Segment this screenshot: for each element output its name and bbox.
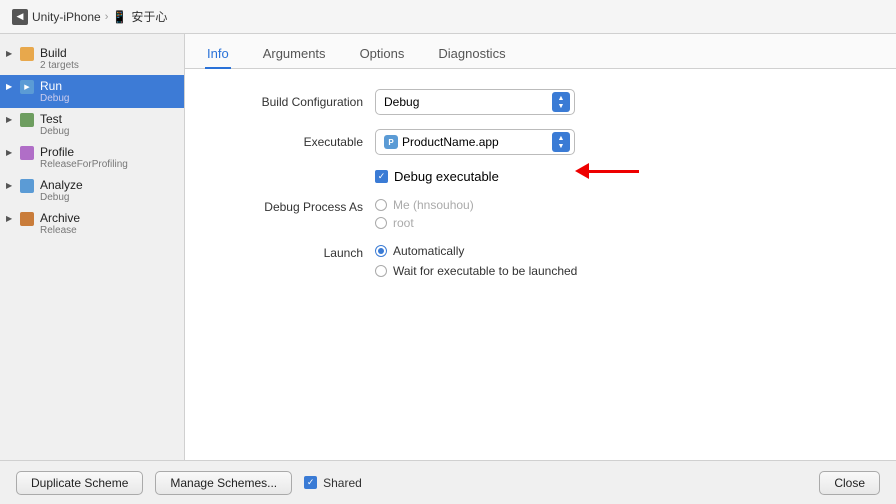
- radio-wait-label: Wait for executable to be launched: [393, 264, 577, 278]
- shared-label: Shared: [323, 476, 362, 490]
- main-content: ▶ Build 2 targets ▶ ▶ Run Debug ▶: [0, 34, 896, 460]
- profile-text: Profile ReleaseForProfiling: [40, 145, 128, 170]
- arrow-icon: ▶: [6, 181, 16, 190]
- build-config-control: Debug ▲ ▼: [375, 89, 575, 115]
- arrow-icon: ▶: [6, 214, 16, 223]
- debug-section: Me (hnsouhou) root: [375, 198, 474, 230]
- red-arrow-annotation: [575, 163, 639, 179]
- duplicate-scheme-button[interactable]: Duplicate Scheme: [16, 471, 143, 495]
- app-icon: P: [384, 135, 398, 149]
- debug-executable-checkbox[interactable]: ✓: [375, 170, 388, 183]
- radio-root-label: root: [393, 216, 414, 230]
- radio-auto-label: Automatically: [393, 244, 464, 258]
- radio-auto-btn[interactable]: [375, 245, 387, 257]
- tab-diagnostics[interactable]: Diagnostics: [436, 42, 507, 69]
- arrow-icon: ▶: [6, 49, 16, 58]
- device-icon: 📱: [112, 10, 127, 24]
- run-icon: ▶: [20, 80, 36, 96]
- radio-me: Me (hnsouhou): [375, 198, 474, 212]
- content-area: Build Configuration Debug ▲ ▼: [185, 69, 896, 460]
- profile-icon: [20, 146, 36, 162]
- executable-inner: P ProductName.app: [384, 135, 499, 149]
- select-stepper[interactable]: ▲ ▼: [552, 92, 570, 112]
- stepper-up: ▲: [558, 95, 565, 102]
- executable-row: Executable P ProductName.app ▲ ▼: [215, 129, 866, 155]
- sidebar-item-profile[interactable]: ▶ Profile ReleaseForProfiling: [0, 141, 184, 174]
- launch-label: Launch: [215, 244, 375, 260]
- shared-checkbox[interactable]: ✓: [304, 476, 317, 489]
- sidebar-item-analyze[interactable]: ▶ Analyze Debug: [0, 174, 184, 207]
- sidebar-item-test[interactable]: ▶ Test Debug: [0, 108, 184, 141]
- radio-me-label: Me (hnsouhou): [393, 198, 474, 212]
- radio-wait-btn[interactable]: [375, 265, 387, 277]
- test-text: Test Debug: [40, 112, 69, 137]
- archive-text: Archive Release: [40, 211, 80, 236]
- breadcrumb-separator: ›: [105, 11, 109, 23]
- build-text: Build 2 targets: [40, 46, 79, 71]
- debug-process-row: Debug Process As Me (hnsouhou) root: [215, 198, 866, 230]
- radio-me-btn[interactable]: [375, 199, 387, 211]
- project-name: Unity-iPhone: [32, 10, 101, 24]
- tab-bar: Info Arguments Options Diagnostics: [185, 34, 896, 69]
- sidebar: ▶ Build 2 targets ▶ ▶ Run Debug ▶: [0, 34, 185, 460]
- executable-stepper[interactable]: ▲ ▼: [552, 132, 570, 152]
- analyze-icon: [20, 179, 36, 195]
- stepper-up: ▲: [558, 135, 565, 142]
- launch-options: Automatically Wait for executable to be …: [375, 244, 577, 278]
- radio-wait: Wait for executable to be launched: [375, 264, 577, 278]
- launch-row: Launch Automatically Wait for executable…: [215, 244, 866, 278]
- right-panel: Info Arguments Options Diagnostics Build…: [185, 34, 896, 460]
- shared-check: ✓: [307, 477, 315, 488]
- stepper-down: ▼: [558, 143, 565, 150]
- build-config-row: Build Configuration Debug ▲ ▼: [215, 89, 866, 115]
- executable-control: P ProductName.app ▲ ▼: [375, 129, 575, 155]
- top-bar: ◀ Unity-iPhone › 📱 安于心: [0, 0, 896, 34]
- arrow-head: [575, 163, 589, 179]
- arrow-icon: ▶: [6, 148, 16, 157]
- sidebar-item-archive[interactable]: ▶ Archive Release: [0, 207, 184, 240]
- radio-root: root: [375, 216, 474, 230]
- close-button[interactable]: Close: [819, 471, 880, 495]
- tab-info[interactable]: Info: [205, 42, 231, 69]
- bottom-bar: Duplicate Scheme Manage Schemes... ✓ Sha…: [0, 460, 896, 504]
- device-name: 安于心: [131, 8, 167, 25]
- sidebar-item-build[interactable]: ▶ Build 2 targets: [0, 42, 184, 75]
- check-mark: ✓: [378, 171, 386, 182]
- debug-executable-label: Debug executable: [394, 169, 499, 184]
- tab-options[interactable]: Options: [358, 42, 407, 69]
- shared-row: ✓ Shared: [304, 476, 362, 490]
- build-config-label: Build Configuration: [215, 95, 375, 109]
- debug-process-label: Debug Process As: [215, 198, 375, 214]
- radio-root-btn[interactable]: [375, 217, 387, 229]
- radio-auto: Automatically: [375, 244, 577, 258]
- arrow-icon: ▶: [6, 82, 16, 91]
- project-icon: ◀: [12, 9, 28, 25]
- executable-select[interactable]: P ProductName.app ▲ ▼: [375, 129, 575, 155]
- run-text: Run Debug: [40, 79, 69, 104]
- stepper-down: ▼: [558, 103, 565, 110]
- arrow-line: [589, 170, 639, 173]
- executable-label: Executable: [215, 135, 375, 149]
- build-config-select[interactable]: Debug ▲ ▼: [375, 89, 575, 115]
- archive-icon: [20, 212, 36, 228]
- tab-arguments[interactable]: Arguments: [261, 42, 328, 69]
- build-icon: [20, 47, 36, 63]
- manage-schemes-button[interactable]: Manage Schemes...: [155, 471, 292, 495]
- executable-value: ProductName.app: [402, 135, 499, 149]
- sidebar-item-run[interactable]: ▶ ▶ Run Debug: [0, 75, 184, 108]
- arrow-icon: ▶: [6, 115, 16, 124]
- build-config-value: Debug: [384, 95, 419, 109]
- analyze-text: Analyze Debug: [40, 178, 83, 203]
- test-icon: [20, 113, 36, 129]
